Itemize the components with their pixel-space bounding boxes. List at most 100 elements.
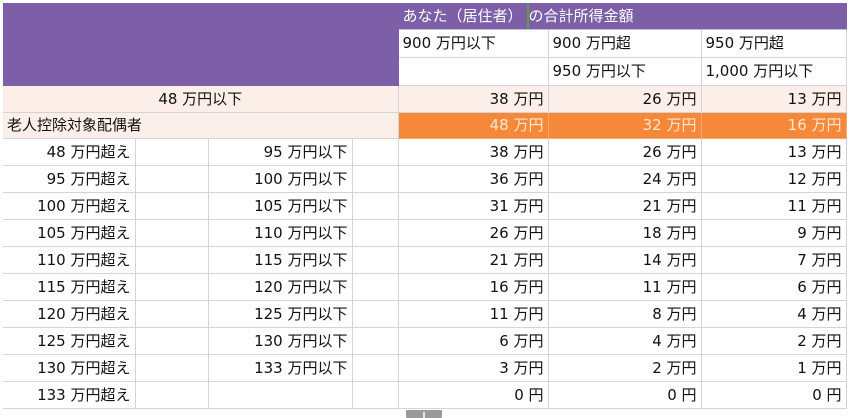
table-row: 105 万円超え 110 万円以下 26 万円 18 万円 9 万円 [3, 219, 847, 247]
spacer-cell[interactable] [135, 327, 209, 355]
deduction-col2-cell[interactable]: 11 万円 [548, 273, 702, 301]
income-to-cell[interactable]: 125 万円以下 [208, 300, 353, 328]
income-to-cell[interactable]: 95 万円以下 [208, 138, 353, 166]
row-48-value-col2[interactable]: 26 万円 [548, 85, 702, 113]
income-from-cell[interactable]: 95 万円超え [3, 165, 136, 193]
row-48-or-less: 48 万円以下 38 万円 26 万円 13 万円 [3, 85, 847, 113]
deduction-col3-cell[interactable]: 6 万円 [701, 273, 847, 301]
spacer-cell[interactable] [352, 219, 399, 247]
deduction-col1-cell[interactable]: 3 万円 [398, 354, 549, 382]
spacer-cell[interactable] [135, 219, 209, 247]
spacer-cell[interactable] [135, 192, 209, 220]
header-col3-line1[interactable]: 950 万円超 [701, 29, 847, 58]
header-title-cell[interactable]: あなた（居住者） の合計所得金額 [398, 3, 847, 30]
deduction-col3-cell[interactable]: 1 万円 [701, 354, 847, 382]
elder-value-col3[interactable]: 16 万円 [701, 112, 847, 139]
deduction-col1-cell[interactable]: 31 万円 [398, 192, 549, 220]
income-from-cell[interactable]: 48 万円超え [3, 138, 136, 166]
spacer-cell[interactable] [352, 327, 399, 355]
header-blank-cell[interactable] [3, 3, 399, 86]
deduction-col1-cell[interactable]: 21 万円 [398, 246, 549, 274]
header-title-part2: の合計所得金額 [528, 6, 634, 25]
deduction-col3-cell[interactable]: 0 円 [701, 381, 847, 409]
deduction-col1-cell[interactable]: 16 万円 [398, 273, 549, 301]
row-48-label[interactable]: 48 万円以下 [3, 85, 399, 113]
income-to-cell[interactable]: 120 万円以下 [208, 273, 353, 301]
deduction-col2-cell[interactable]: 2 万円 [548, 354, 702, 382]
income-from-cell[interactable]: 133 万円超え [3, 381, 136, 409]
deduction-col2-cell[interactable]: 8 万円 [548, 300, 702, 328]
deduction-table: あなた（居住者） の合計所得金額 900 万円以下 900 万円超 950 万円超… [3, 3, 847, 409]
deduction-col1-cell[interactable]: 38 万円 [398, 138, 549, 166]
table-row: 125 万円超え 130 万円以下 6 万円 4 万円 2 万円 [3, 327, 847, 355]
spacer-cell[interactable] [352, 192, 399, 220]
deduction-col2-cell[interactable]: 26 万円 [548, 138, 702, 166]
elder-spouse-label[interactable]: 老人控除対象配偶者 [3, 112, 399, 139]
spacer-cell[interactable] [352, 165, 399, 193]
deduction-col1-cell[interactable]: 6 万円 [398, 327, 549, 355]
deduction-col3-cell[interactable]: 9 万円 [701, 219, 847, 247]
horizontal-scrollbar-thumb[interactable] [406, 410, 442, 418]
table-row: 120 万円超え 125 万円以下 11 万円 8 万円 4 万円 [3, 300, 847, 328]
income-from-cell[interactable]: 115 万円超え [3, 273, 136, 301]
spacer-cell[interactable] [352, 354, 399, 382]
deduction-col3-cell[interactable]: 12 万円 [701, 165, 847, 193]
spacer-cell[interactable] [135, 138, 209, 166]
header-col1-line1[interactable]: 900 万円以下 [398, 29, 549, 58]
income-to-cell[interactable]: 110 万円以下 [208, 219, 353, 247]
spacer-cell[interactable] [135, 300, 209, 328]
spacer-cell[interactable] [352, 273, 399, 301]
elder-value-col2[interactable]: 32 万円 [548, 112, 702, 139]
income-to-cell[interactable]: 130 万円以下 [208, 327, 353, 355]
deduction-col3-cell[interactable]: 4 万円 [701, 300, 847, 328]
scrollbar-grip-icon [423, 412, 425, 418]
deduction-col3-cell[interactable]: 13 万円 [701, 138, 847, 166]
header-col2-line1[interactable]: 900 万円超 [548, 29, 702, 58]
spacer-cell[interactable] [135, 246, 209, 274]
deduction-col1-cell[interactable]: 11 万円 [398, 300, 549, 328]
deduction-col2-cell[interactable]: 4 万円 [548, 327, 702, 355]
income-to-cell[interactable]: 115 万円以下 [208, 246, 353, 274]
deduction-col1-cell[interactable]: 26 万円 [398, 219, 549, 247]
header-col3-line2[interactable]: 1,000 万円以下 [701, 57, 847, 86]
income-to-cell[interactable]: 100 万円以下 [208, 165, 353, 193]
spacer-cell[interactable] [135, 354, 209, 382]
spacer-cell[interactable] [135, 381, 209, 409]
income-from-cell[interactable]: 105 万円超え [3, 219, 136, 247]
income-from-cell[interactable]: 120 万円超え [3, 300, 136, 328]
deduction-col2-cell[interactable]: 18 万円 [548, 219, 702, 247]
deduction-col3-cell[interactable]: 7 万円 [701, 246, 847, 274]
income-to-cell[interactable]: 133 万円以下 [208, 354, 353, 382]
deduction-col1-cell[interactable]: 36 万円 [398, 165, 549, 193]
deduction-col1-cell[interactable]: 0 円 [398, 381, 549, 409]
header-title-part1: あなた（居住者） [403, 3, 529, 29]
table-row: 100 万円超え 105 万円以下 31 万円 21 万円 11 万円 [3, 192, 847, 220]
deduction-col2-cell[interactable]: 21 万円 [548, 192, 702, 220]
row-elder-spouse: 老人控除対象配偶者 48 万円 32 万円 16 万円 [3, 112, 847, 139]
row-48-value-col1[interactable]: 38 万円 [398, 85, 549, 113]
spacer-cell[interactable] [352, 300, 399, 328]
spacer-cell[interactable] [352, 138, 399, 166]
spacer-cell[interactable] [135, 165, 209, 193]
header-col2-line2[interactable]: 950 万円以下 [548, 57, 702, 86]
deduction-col2-cell[interactable]: 14 万円 [548, 246, 702, 274]
income-from-cell[interactable]: 100 万円超え [3, 192, 136, 220]
income-from-cell[interactable]: 125 万円超え [3, 327, 136, 355]
table-row: 115 万円超え 120 万円以下 16 万円 11 万円 6 万円 [3, 273, 847, 301]
deduction-col3-cell[interactable]: 2 万円 [701, 327, 847, 355]
table-row: 95 万円超え 100 万円以下 36 万円 24 万円 12 万円 [3, 165, 847, 193]
elder-value-col1[interactable]: 48 万円 [398, 112, 549, 139]
spacer-cell[interactable] [135, 273, 209, 301]
income-to-cell[interactable]: 105 万円以下 [208, 192, 353, 220]
income-from-cell[interactable]: 110 万円超え [3, 246, 136, 274]
income-to-cell[interactable] [208, 381, 353, 409]
spacer-cell[interactable] [352, 381, 399, 409]
income-from-cell[interactable]: 130 万円超え [3, 354, 136, 382]
table-row: 110 万円超え 115 万円以下 21 万円 14 万円 7 万円 [3, 246, 847, 274]
deduction-col3-cell[interactable]: 11 万円 [701, 192, 847, 220]
spacer-cell[interactable] [352, 246, 399, 274]
header-col1-line2[interactable] [398, 57, 549, 86]
deduction-col2-cell[interactable]: 24 万円 [548, 165, 702, 193]
row-48-value-col3[interactable]: 13 万円 [701, 85, 847, 113]
deduction-col2-cell[interactable]: 0 円 [548, 381, 702, 409]
